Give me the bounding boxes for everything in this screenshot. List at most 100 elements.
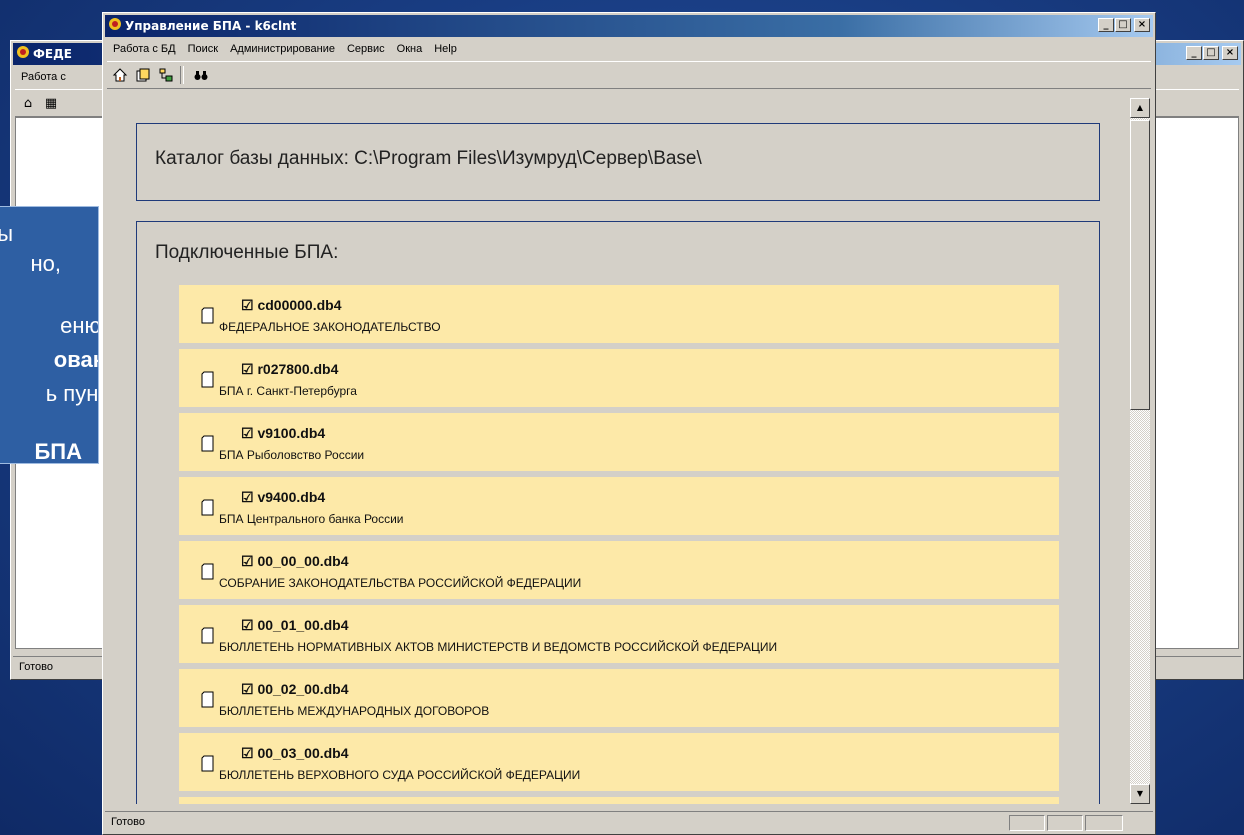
db-checkbox-label[interactable]: ☑ 00_02_00.db4 xyxy=(241,681,349,698)
db-file-name: cd00000.db4 xyxy=(257,297,342,313)
scroll-up-arrow-icon[interactable]: ▲ xyxy=(1130,98,1150,118)
back-window-controls: _ □ × xyxy=(1185,46,1238,60)
callout-box: ы но, еню ован ь пунк БПА xyxy=(0,206,99,464)
db-description: ФЕДЕРАЛЬНОЕ ЗАКОНОДАТЕЛЬСТВО xyxy=(219,320,441,334)
db-checkbox-label[interactable]: ☑ r027800.db4 xyxy=(241,361,338,378)
tree-icon[interactable] xyxy=(156,65,176,85)
scroll-thumb[interactable] xyxy=(1130,120,1150,410)
db-list-item[interactable]: ☑ r027800.db4 БПА г. Санкт-Петербурга xyxy=(179,349,1059,410)
app-logo-icon xyxy=(108,16,122,38)
callout-line-2: но, xyxy=(30,251,62,276)
app-logo-icon xyxy=(16,44,30,66)
callout-line-4: ован xyxy=(53,347,98,372)
db-checkbox-label[interactable]: ☑ v9400.db4 xyxy=(241,489,325,506)
document-icon xyxy=(201,755,214,772)
menu-windows[interactable]: Окна xyxy=(391,43,429,55)
main-status-text: Готово xyxy=(111,816,145,828)
db-description: БЮЛЛЕТЕНЬ МЕЖДУНАРОДНЫХ ДОГОВОРОВ xyxy=(219,704,490,718)
db-list-item[interactable]: ☑ v9100.db4 БПА Рыболовство России xyxy=(179,413,1059,474)
scroll-down-arrow-icon[interactable]: ▼ xyxy=(1130,784,1150,804)
db-file-name: r027800.db4 xyxy=(257,361,339,377)
toolbar-separator xyxy=(180,66,184,84)
db-description: БПА г. Санкт-Петербурга xyxy=(219,384,357,398)
main-toolbar xyxy=(107,61,1151,89)
db-description: БПА Центрального банка России xyxy=(219,512,404,526)
db-description: СОБРАНИЕ ЗАКОНОДАТЕЛЬСТВА РОССИЙСКОЙ ФЕД… xyxy=(219,576,582,590)
connected-panel: Подключенные БПА: ☑ cd00000.db4 ФЕДЕРАЛЬ… xyxy=(136,221,1100,804)
checkbox-icon[interactable]: ☑ xyxy=(241,297,254,313)
db-list-item[interactable]: ☑ 00_00_00.db4 СОБРАНИЕ ЗАКОНОДАТЕЛЬСТВА… xyxy=(179,541,1059,602)
checkbox-icon[interactable]: ☑ xyxy=(241,617,254,633)
db-checkbox-label[interactable]: ☑ 00_03_00.db4 xyxy=(241,745,349,762)
checkbox-icon[interactable]: ☑ xyxy=(241,745,254,761)
back-database-icon[interactable]: ▦ xyxy=(41,93,61,113)
db-file-name: 00_01_00.db4 xyxy=(257,617,349,633)
db-description: БЮЛЛЕТЕНЬ ВЕРХОВНОГО СУДА РОССИЙСКОЙ ФЕД… xyxy=(219,768,581,782)
database-icon[interactable] xyxy=(133,65,153,85)
status-cell xyxy=(1009,815,1045,831)
catalog-path: Каталог базы данных: C:\Program Files\Из… xyxy=(155,148,702,169)
db-description: БЮЛЛЕТЕНЬ НОРМАТИВНЫХ АКТОВ МИНИСТЕРСТВ … xyxy=(219,640,778,654)
main-status-bar: Готово xyxy=(105,811,1153,832)
status-cell xyxy=(1047,815,1083,831)
close-button[interactable]: × xyxy=(1134,18,1150,32)
back-status-text: Готово xyxy=(19,661,53,673)
menu-work-db[interactable]: Работа с БД xyxy=(107,43,182,55)
db-checkbox-label[interactable]: ☑ 00_00_00.db4 xyxy=(241,553,349,570)
home-icon[interactable] xyxy=(110,65,130,85)
db-list-item[interactable]: ☑ 00_02_00.db4 БЮЛЛЕТЕНЬ МЕЖДУНАРОДНЫХ Д… xyxy=(179,669,1059,730)
main-window-titlebar[interactable]: Управление БПА - k6clnt _ □ × xyxy=(105,15,1153,37)
document-icon xyxy=(201,563,214,580)
checkbox-icon[interactable]: ☑ xyxy=(241,553,254,569)
callout-line-1: ы xyxy=(0,221,13,247)
checkbox-icon[interactable]: ☑ xyxy=(241,425,254,441)
db-list-item[interactable] xyxy=(179,797,1059,804)
db-file-name: 00_00_00.db4 xyxy=(257,553,349,569)
document-icon xyxy=(201,307,214,324)
db-file-name: v9100.db4 xyxy=(257,425,326,441)
db-file-name: 00_02_00.db4 xyxy=(257,681,349,697)
db-checkbox-label[interactable]: ☑ cd00000.db4 xyxy=(241,297,342,314)
main-window-controls: _ □ × xyxy=(1097,18,1150,32)
menu-administration[interactable]: Администрирование xyxy=(224,43,341,55)
document-icon xyxy=(201,371,214,388)
connected-title: Подключенные БПА: xyxy=(155,242,339,263)
db-list-item[interactable]: ☑ v9400.db4 БПА Центрального банка Росси… xyxy=(179,477,1059,538)
checkbox-icon[interactable]: ☑ xyxy=(241,361,254,377)
callout-line-6: БПА xyxy=(34,439,82,464)
db-list-item[interactable]: ☑ 00_03_00.db4 БЮЛЛЕТЕНЬ ВЕРХОВНОГО СУДА… xyxy=(179,733,1059,794)
checkbox-icon[interactable]: ☑ xyxy=(241,681,254,697)
menu-help[interactable]: Help xyxy=(428,43,463,55)
main-window-title: Управление БПА - k6clnt xyxy=(125,19,297,33)
back-menu-item[interactable]: Работа с xyxy=(15,71,72,83)
db-file-name: 00_03_00.db4 xyxy=(257,745,349,761)
main-content: Каталог базы данных: C:\Program Files\Из… xyxy=(106,98,1130,804)
document-icon xyxy=(201,435,214,452)
document-icon xyxy=(201,499,214,516)
callout-line-5: ь пунк xyxy=(45,381,99,406)
db-description: БПА Рыболовство России xyxy=(219,448,365,462)
binoculars-icon[interactable] xyxy=(191,65,211,85)
document-icon xyxy=(201,691,214,708)
main-menubar: Работа с БД Поиск Администрирование Серв… xyxy=(107,39,1151,59)
db-list-item[interactable]: ☑ cd00000.db4 ФЕДЕРАЛЬНОЕ ЗАКОНОДАТЕЛЬСТ… xyxy=(179,285,1059,346)
db-checkbox-label[interactable]: ☑ v9100.db4 xyxy=(241,425,325,442)
maximize-button[interactable]: □ xyxy=(1115,18,1131,32)
callout-line-3: еню xyxy=(60,313,99,338)
db-list-item[interactable]: ☑ 00_01_00.db4 БЮЛЛЕТЕНЬ НОРМАТИВНЫХ АКТ… xyxy=(179,605,1059,666)
vertical-scrollbar[interactable]: ▲ ▼ xyxy=(1130,98,1150,804)
menu-search[interactable]: Поиск xyxy=(182,43,224,55)
back-window-title: ФЕДЕ xyxy=(33,47,72,61)
back-maximize-button[interactable]: □ xyxy=(1203,46,1219,60)
back-home-icon[interactable]: ⌂ xyxy=(18,93,38,113)
db-file-name: v9400.db4 xyxy=(257,489,326,505)
back-minimize-button[interactable]: _ xyxy=(1186,46,1202,60)
back-close-button[interactable]: × xyxy=(1222,46,1238,60)
checkbox-icon[interactable]: ☑ xyxy=(241,489,254,505)
document-icon xyxy=(201,627,214,644)
minimize-button[interactable]: _ xyxy=(1098,18,1114,32)
menu-service[interactable]: Сервис xyxy=(341,43,391,55)
status-cell xyxy=(1085,815,1123,831)
catalog-panel: Каталог базы данных: C:\Program Files\Из… xyxy=(136,123,1100,201)
db-checkbox-label[interactable]: ☑ 00_01_00.db4 xyxy=(241,617,349,634)
